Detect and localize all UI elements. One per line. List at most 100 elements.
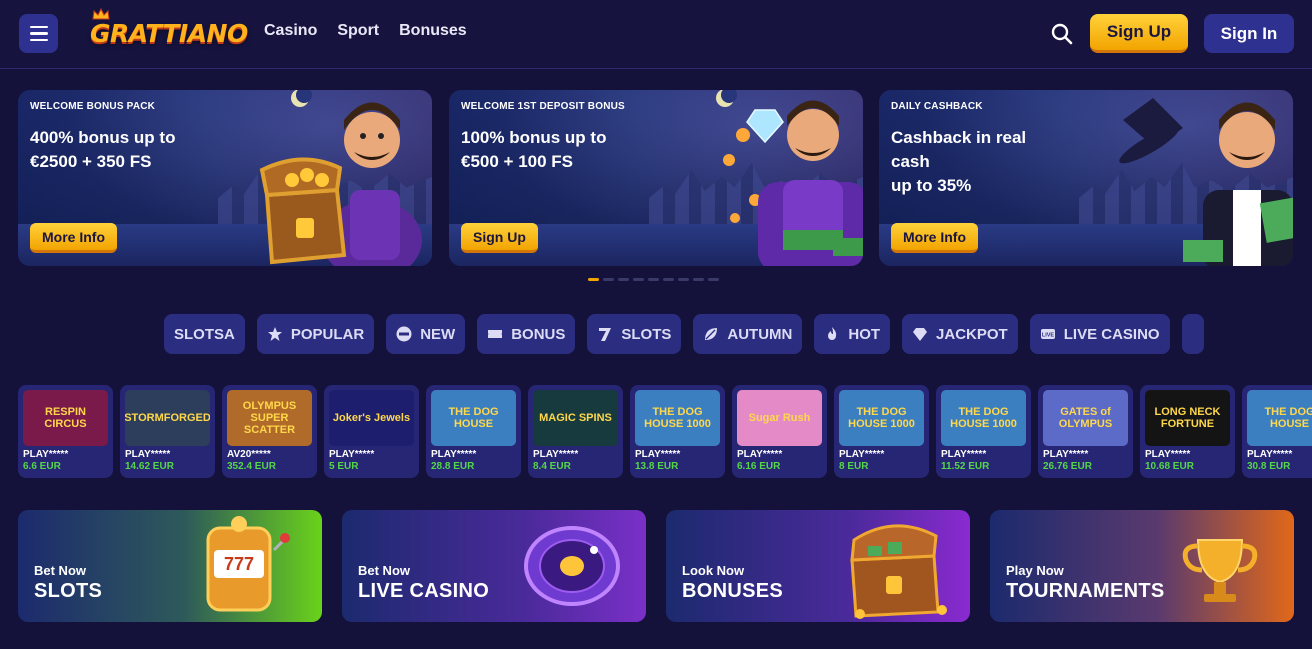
carousel-pagination [588,278,719,281]
live-tv-icon: LIVE [1040,329,1055,339]
banner-kicker: DAILY CASHBACK [891,101,983,112]
svg-text:LIVE: LIVE [1042,333,1055,339]
headline-line: Cashback in real [891,128,1027,147]
nav-bonuses[interactable]: Bonuses [399,22,467,40]
game-thumbnail: LONG NECK FORTUNE [1145,390,1230,446]
new-badge-icon [396,326,412,342]
win-amount: 26.76 EUR [1043,461,1092,472]
carousel-dot[interactable] [618,278,629,281]
game-tile[interactable]: THE DOG HOUSE 1000 PLAY***** 13.8 EUR [630,385,725,478]
game-thumbnail: RESPIN CIRCUS [23,390,108,446]
crown-icon [92,8,110,20]
winner-name: PLAY***** [125,449,171,460]
menu-icon-bar [29,25,48,29]
menu-icon-bar [29,32,48,35]
chip-bonus[interactable]: BONUS [477,314,576,354]
sign-in-button[interactable]: Sign In [1204,14,1294,53]
win-amount: 6.6 EUR [23,461,61,472]
recent-wins-row: RESPIN CIRCUS PLAY***** 6.6 EUR STORMFORGED… [18,385,1312,478]
game-tile[interactable]: Joker's Jewels PLAY***** 5 EUR [324,385,419,478]
game-thumbnail: MAGIC SPINS [533,390,618,446]
more-info-button[interactable]: More Info [30,223,117,253]
card-title: SLOTS [34,580,103,602]
banner-headline: 100% bonus up to €500 + 100 FS [461,126,661,174]
card-title: BONUSES [682,580,784,602]
card-live-casino[interactable]: Bet Now LIVE CASINO [342,510,646,622]
chip-label: AUTUMN [727,325,793,343]
game-tile[interactable]: RESPIN CIRCUS PLAY***** 6.6 EUR [18,385,113,478]
chip-live-casino[interactable]: LIVE LIVE CASINO [1029,314,1170,354]
more-info-button[interactable]: More Info [891,223,978,253]
site-logo[interactable]: GRATTIANO [90,8,248,54]
carousel-dot[interactable] [708,278,719,281]
search-icon[interactable] [1050,22,1074,46]
game-tile[interactable]: Sugar Rush PLAY***** 6.16 EUR [732,385,827,478]
sign-up-button[interactable]: Sign Up [1090,14,1188,53]
winner-name: PLAY***** [533,449,579,460]
carousel-dot[interactable] [678,278,689,281]
chip-slotsa[interactable]: SLOTSA [164,314,245,354]
game-tile[interactable]: OLYMPUS SUPER SCATTER AV20***** 352.4 EUR [222,385,317,478]
carousel-dot[interactable] [663,278,674,281]
carousel-dot[interactable] [603,278,614,281]
win-amount: 28.8 EUR [431,461,475,472]
game-thumbnail: THE DOG HOUSE 1000 [635,390,720,446]
game-thumbnail: OLYMPUS SUPER SCATTER [227,390,312,446]
ticket-icon [488,330,503,338]
game-thumbnail: THE DOG HOUSE [431,390,516,446]
card-bonuses[interactable]: Look Now BONUSES [666,510,970,622]
chip-popular[interactable]: POPULAR [256,314,375,354]
win-amount: 5 EUR [329,461,359,472]
winner-name: PLAY***** [1043,449,1089,460]
chip-label: LIVE CASINO [1063,325,1160,343]
game-tile[interactable]: STORMFORGED PLAY***** 14.62 EUR [120,385,215,478]
menu-icon-bar [29,38,48,42]
game-tile[interactable]: THE DOG HOUSE PLAY***** 30.8 EUR [1242,385,1312,478]
nav-sport[interactable]: Sport [337,22,379,40]
winner-name: PLAY***** [431,449,477,460]
win-amount: 14.62 EUR [125,461,174,472]
hamburger-menu-button[interactable] [19,14,58,53]
chip-label: NEW [420,325,456,343]
game-tile[interactable]: MAGIC SPINS PLAY***** 8.4 EUR [528,385,623,478]
game-thumbnail: GATES of OLYMPUS [1043,390,1128,446]
game-tile[interactable]: GATES of OLYMPUS PLAY***** 26.76 EUR [1038,385,1133,478]
diamond-mascot-illustration [716,90,863,266]
leaf-icon [705,328,718,340]
winner-name: PLAY***** [23,449,69,460]
carousel-dot[interactable] [588,278,599,281]
chip-hot[interactable]: HOT [814,314,891,354]
winner-name: PLAY***** [1247,449,1293,460]
chip-partial-next[interactable] [1181,314,1204,354]
win-amount: 352.4 EUR [227,461,276,472]
chip-jackpot[interactable]: JACKPOT [902,314,1018,354]
chip-label: BONUS [511,325,566,343]
win-amount: 8 EUR [839,461,869,472]
banner-first-deposit[interactable]: WELCOME 1ST DEPOSIT BONUS 100% bonus up … [449,90,863,266]
game-tile[interactable]: THE DOG HOUSE 1000 PLAY***** 8 EUR [834,385,929,478]
headline-line: 100% bonus up to [461,128,607,147]
game-tile[interactable]: THE DOG HOUSE 1000 PLAY***** 11.52 EUR [936,385,1031,478]
banner-kicker: WELCOME 1ST DEPOSIT BONUS [461,101,625,112]
main-nav: Casino Sport Bonuses [264,22,467,40]
carousel-dot[interactable] [693,278,704,281]
banner-daily-cashback[interactable]: DAILY CASHBACK Cashback in real cash up … [879,90,1293,266]
game-tile[interactable]: LONG NECK FORTUNE PLAY***** 10.68 EUR [1140,385,1235,478]
win-amount: 6.16 EUR [737,461,781,472]
game-tile[interactable]: THE DOG HOUSE PLAY***** 28.8 EUR [426,385,521,478]
chip-new[interactable]: NEW [386,314,466,354]
card-tournaments[interactable]: Play Now TOURNAMENTS [990,510,1294,622]
carousel-dot[interactable] [648,278,659,281]
nav-casino[interactable]: Casino [264,22,317,40]
win-amount: 10.68 EUR [1145,461,1194,472]
chip-slots[interactable]: SLOTS [587,314,682,354]
win-amount: 8.4 EUR [533,461,571,472]
chip-autumn[interactable]: AUTUMN [693,314,803,354]
sign-up-banner-button[interactable]: Sign Up [461,223,538,253]
carousel-dot[interactable] [633,278,644,281]
banner-welcome-pack[interactable]: WELCOME BONUS PACK 400% bonus up to €250… [18,90,432,266]
card-subtitle: Play Now [1006,563,1064,578]
roulette-wheel-icon [524,526,620,606]
win-amount: 11.52 EUR [941,461,990,472]
card-slots[interactable]: 777 Bet Now SLOTS [18,510,322,622]
